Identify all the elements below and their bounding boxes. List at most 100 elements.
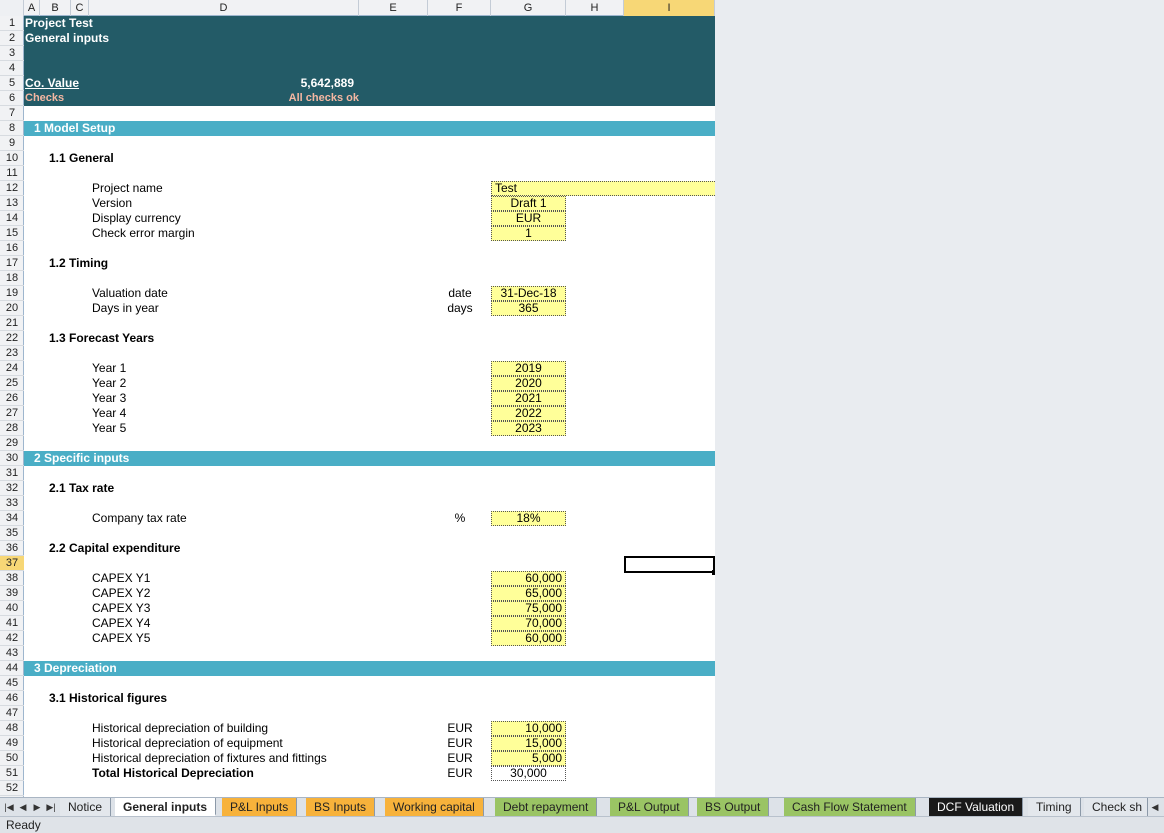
input-year[interactable]: 2021 — [491, 391, 566, 406]
row-header[interactable]: 25 — [0, 376, 24, 391]
input-display-currency[interactable]: EUR — [491, 211, 566, 226]
row-header[interactable]: 23 — [0, 346, 24, 361]
row-header[interactable]: 45 — [0, 676, 24, 691]
row-header[interactable]: 30 — [0, 451, 24, 466]
input-year[interactable]: 2019 — [491, 361, 566, 376]
input-hist-depreciation[interactable]: 15,000 — [491, 736, 566, 751]
row-header[interactable]: 16 — [0, 241, 24, 256]
row-header[interactable]: 24 — [0, 361, 24, 376]
row-header[interactable]: 4 — [0, 61, 24, 76]
column-header-i[interactable]: I — [624, 0, 715, 16]
row-header[interactable]: 44 — [0, 661, 24, 676]
tab-working-capital[interactable]: Working capital — [385, 798, 484, 816]
column-header-d[interactable]: D — [89, 0, 359, 16]
row-header[interactable]: 5 — [0, 76, 24, 91]
input-capex[interactable]: 65,000 — [491, 586, 566, 601]
row-header[interactable]: 50 — [0, 751, 24, 766]
row-header[interactable]: 35 — [0, 526, 24, 541]
row-header[interactable]: 36 — [0, 541, 24, 556]
column-header-e[interactable]: E — [359, 0, 428, 16]
row-header[interactable]: 2 — [0, 31, 24, 46]
tab-pl-inputs[interactable]: P&L Inputs — [222, 798, 298, 816]
row-header[interactable]: 17 — [0, 256, 24, 271]
tab-scroll-left-icon[interactable]: ◀ — [1148, 800, 1162, 814]
row-header[interactable]: 10 — [0, 151, 24, 166]
tab-debt-repayment[interactable]: Debt repayment — [495, 798, 598, 816]
row-header[interactable]: 6 — [0, 91, 24, 106]
row-header[interactable]: 26 — [0, 391, 24, 406]
row-header[interactable]: 14 — [0, 211, 24, 226]
row-header[interactable]: 33 — [0, 496, 24, 511]
input-company-tax-rate[interactable]: 18% — [491, 511, 566, 526]
row-header[interactable]: 22 — [0, 331, 24, 346]
row-header[interactable]: 7 — [0, 106, 24, 121]
input-days-in-year[interactable]: 365 — [491, 301, 566, 316]
row-header[interactable]: 46 — [0, 691, 24, 706]
input-check-error-margin[interactable]: 1 — [491, 226, 566, 241]
active-cell-i37[interactable] — [624, 556, 715, 575]
input-hist-depreciation[interactable]: 5,000 — [491, 751, 566, 766]
row-header[interactable]: 18 — [0, 271, 24, 286]
input-capex[interactable]: 75,000 — [491, 601, 566, 616]
row-header[interactable]: 39 — [0, 586, 24, 601]
row-header[interactable]: 40 — [0, 601, 24, 616]
row-header[interactable]: 48 — [0, 721, 24, 736]
tab-notice[interactable]: Notice — [60, 798, 112, 816]
row-header[interactable]: 38 — [0, 571, 24, 586]
input-hist-depreciation[interactable]: 10,000 — [491, 721, 566, 736]
row-header[interactable]: 9 — [0, 136, 24, 151]
worksheet-grid[interactable]: Project Test General inputs Co. Value 5,… — [24, 16, 715, 797]
row-header[interactable]: 1 — [0, 16, 24, 31]
row-header[interactable]: 42 — [0, 631, 24, 646]
column-header-c[interactable]: C — [71, 0, 89, 16]
input-version[interactable]: Draft 1 — [491, 196, 566, 211]
row-header[interactable]: 21 — [0, 316, 24, 331]
row-header[interactable]: 8 — [0, 121, 24, 136]
column-header-h[interactable]: H — [566, 0, 624, 16]
input-project-name[interactable]: Test — [491, 181, 715, 196]
tab-bs-output[interactable]: BS Output — [697, 798, 770, 816]
row-header[interactable]: 41 — [0, 616, 24, 631]
row-header[interactable]: 15 — [0, 226, 24, 241]
row-header[interactable]: 49 — [0, 736, 24, 751]
row-header[interactable]: 13 — [0, 196, 24, 211]
row-header[interactable]: 11 — [0, 166, 24, 181]
last-sheet-icon[interactable]: ▶| — [44, 800, 58, 814]
row-header[interactable]: 3 — [0, 46, 24, 61]
input-year[interactable]: 2020 — [491, 376, 566, 391]
row-header[interactable]: 27 — [0, 406, 24, 421]
column-header-a[interactable]: A — [24, 0, 40, 16]
input-year[interactable]: 2023 — [491, 421, 566, 436]
row-header[interactable]: 51 — [0, 766, 24, 781]
input-capex[interactable]: 60,000 — [491, 571, 566, 586]
column-header-g[interactable]: G — [491, 0, 566, 16]
row-header[interactable]: 20 — [0, 301, 24, 316]
row-header[interactable]: 19 — [0, 286, 24, 301]
tab-check-sheet[interactable]: Check sh — [1084, 798, 1148, 816]
row-header[interactable]: 31 — [0, 466, 24, 481]
prev-sheet-icon[interactable]: ◀ — [16, 800, 30, 814]
tab-general-inputs[interactable]: General inputs — [115, 798, 217, 816]
column-header-b[interactable]: B — [40, 0, 71, 16]
row-header[interactable]: 47 — [0, 706, 24, 721]
input-year[interactable]: 2022 — [491, 406, 566, 421]
input-valuation-date[interactable]: 31-Dec-18 — [491, 286, 566, 301]
tab-timing[interactable]: Timing — [1028, 798, 1081, 816]
first-sheet-icon[interactable]: |◀ — [2, 800, 16, 814]
input-capex[interactable]: 70,000 — [491, 616, 566, 631]
row-header[interactable]: 37 — [0, 556, 24, 571]
tab-cash-flow-statement[interactable]: Cash Flow Statement — [784, 798, 916, 816]
input-capex[interactable]: 60,000 — [491, 631, 566, 646]
next-sheet-icon[interactable]: ▶ — [30, 800, 44, 814]
row-header[interactable]: 32 — [0, 481, 24, 496]
row-header[interactable]: 43 — [0, 646, 24, 661]
row-header[interactable]: 34 — [0, 511, 24, 526]
row-header[interactable]: 52 — [0, 781, 24, 796]
tab-dcf-valuation[interactable]: DCF Valuation — [929, 798, 1024, 816]
row-header[interactable]: 28 — [0, 421, 24, 436]
tab-bs-inputs[interactable]: BS Inputs — [306, 798, 376, 816]
column-header-f[interactable]: F — [428, 0, 491, 16]
select-all-corner[interactable] — [0, 0, 24, 16]
row-header[interactable]: 29 — [0, 436, 24, 451]
tab-pl-output[interactable]: P&L Output — [610, 798, 689, 816]
